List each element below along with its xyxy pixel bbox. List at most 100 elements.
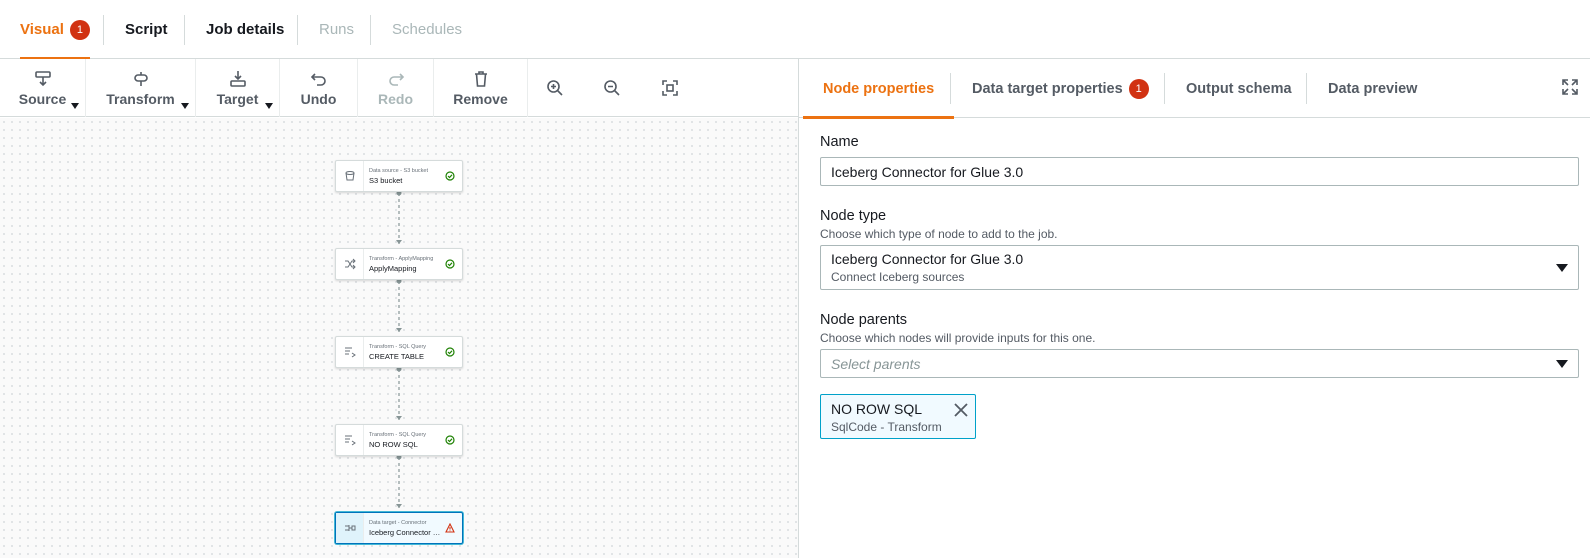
redo-icon <box>388 72 404 86</box>
tab-data-target-properties[interactable]: Data target properties 1 <box>972 59 1149 118</box>
tab-separator <box>370 15 371 45</box>
canvas-toolbar: Source Transform Target Undo Redo Remove <box>0 59 798 117</box>
selected-parent-token: NO ROW SQL SqlCode - Transform <box>820 394 976 439</box>
tab-script-label: Script <box>125 21 168 38</box>
node-type-label: Transform - SQL Query <box>369 343 427 350</box>
check-circle-icon <box>442 347 458 357</box>
fit-view-button[interactable] <box>659 77 681 99</box>
target-label: Target <box>216 90 259 107</box>
chevron-down-icon <box>181 103 189 109</box>
node-type-description: Choose which type of node to add to the … <box>820 227 1058 241</box>
tab-node-properties-label: Node properties <box>823 80 935 97</box>
transform-icon <box>133 71 148 86</box>
node-type-label: Transform - SQL Query <box>369 431 427 438</box>
node-title: CREATE TABLE <box>369 351 425 361</box>
tab-output-schema-label: Output schema <box>1186 80 1292 97</box>
tab-job-details[interactable]: Job details <box>206 0 284 59</box>
transform-button[interactable]: Transform <box>86 59 195 117</box>
undo-button[interactable]: Undo <box>280 59 357 117</box>
job-canvas[interactable]: Data source - S3 bucket S3 bucket Transf… <box>0 118 798 558</box>
warning-icon <box>442 523 458 533</box>
node-type-select[interactable]: Iceberg Connector for Glue 3.0 Connect I… <box>820 245 1579 290</box>
tab-data-preview[interactable]: Data preview <box>1328 59 1417 118</box>
tab-separator <box>1306 73 1307 104</box>
tab-data-target-properties-label: Data target properties <box>972 80 1123 97</box>
bucket-icon <box>336 161 364 191</box>
panel-tab-bar: Node properties Data target properties 1… <box>799 59 1590 119</box>
node-parents-label: Node parents <box>820 312 908 328</box>
expand-icon[interactable] <box>1561 78 1579 96</box>
selected-parent-title: NO ROW SQL <box>831 401 923 417</box>
tab-visual-label: Visual <box>20 21 64 38</box>
source-icon <box>34 70 51 86</box>
node-title: Iceberg Connector fo... <box>369 527 442 537</box>
source-button[interactable]: Source <box>0 59 85 117</box>
node-iceberg-connector[interactable]: Data target - Connector Iceberg Connecto… <box>335 512 463 544</box>
node-apply-mapping[interactable]: Transform - ApplyMapping ApplyMapping <box>335 248 463 280</box>
selected-parent-subtext: SqlCode - Transform <box>831 420 942 434</box>
redo-button[interactable]: Redo <box>358 59 433 117</box>
zoom-in-icon <box>547 80 563 96</box>
name-field-value: Iceberg Connector for Glue 3.0 <box>831 163 1024 180</box>
chevron-down-icon <box>71 103 79 109</box>
node-parents-description: Choose which nodes will provide inputs f… <box>820 331 1096 345</box>
node-parents-select[interactable]: Select parents <box>820 349 1579 378</box>
zoom-in-button[interactable] <box>544 77 566 99</box>
node-title: S3 bucket <box>369 175 403 185</box>
node-s3-bucket[interactable]: Data source - S3 bucket S3 bucket <box>335 160 463 192</box>
sql-icon <box>336 337 364 367</box>
edge-arrow <box>396 328 402 332</box>
remove-button[interactable]: Remove <box>434 59 527 117</box>
tab-node-properties[interactable]: Node properties <box>802 59 955 119</box>
tab-schedules[interactable]: Schedules <box>392 0 462 59</box>
tab-schedules-label: Schedules <box>392 21 463 38</box>
trash-icon <box>474 70 487 87</box>
connector-icon <box>336 513 364 543</box>
node-type-label: Transform - ApplyMapping <box>369 255 434 262</box>
sql-icon <box>336 425 364 455</box>
zoom-out-button[interactable] <box>601 77 623 99</box>
redo-label: Redo <box>378 90 413 107</box>
tab-separator <box>297 15 298 45</box>
name-field[interactable]: Iceberg Connector for Glue 3.0 <box>820 157 1579 186</box>
chevron-down-icon <box>265 103 273 109</box>
top-tab-bar: Visual 1 Script Job details Runs Schedul… <box>0 0 1590 60</box>
tab-separator <box>1164 73 1165 104</box>
node-type-label: Node type <box>820 208 887 224</box>
edge-arrow <box>396 240 402 244</box>
tab-separator <box>184 15 185 45</box>
toolbar-divider <box>527 59 528 117</box>
zoom-out-icon <box>604 80 620 96</box>
node-no-row-sql[interactable]: Transform - SQL Query NO ROW SQL <box>335 424 463 456</box>
tab-job-details-label: Job details <box>206 21 285 38</box>
transform-label: Transform <box>106 90 175 107</box>
visual-editor: Source Transform Target Undo Redo Remove… <box>0 59 798 558</box>
tab-output-schema[interactable]: Output schema <box>1186 59 1292 118</box>
chevron-down-icon <box>1556 264 1568 272</box>
tab-visual-badge: 1 <box>69 19 90 40</box>
tab-runs-label: Runs <box>319 21 355 38</box>
source-label: Source <box>18 90 67 107</box>
node-type-subtext: Connect Iceberg sources <box>831 270 965 284</box>
undo-label: Undo <box>300 90 337 107</box>
node-title: NO ROW SQL <box>369 439 418 449</box>
tab-script[interactable]: Script <box>125 0 168 59</box>
node-details-panel: Node properties Data target properties 1… <box>798 59 1590 558</box>
tab-visual[interactable]: Visual 1 <box>20 0 90 60</box>
tab-data-preview-label: Data preview <box>1328 80 1418 97</box>
node-title: ApplyMapping <box>369 263 417 273</box>
fit-view-icon <box>662 80 678 96</box>
node-type-label: Data source - S3 bucket <box>369 167 429 174</box>
tab-separator <box>103 15 104 45</box>
target-button[interactable]: Target <box>196 59 279 117</box>
node-parents-placeholder: Select parents <box>831 355 921 372</box>
close-icon[interactable] <box>953 402 969 418</box>
tab-runs[interactable]: Runs <box>319 0 354 59</box>
node-type-value: Iceberg Connector for Glue 3.0 <box>831 251 1024 267</box>
edge-arrow <box>396 416 402 420</box>
tab-separator <box>950 73 951 104</box>
check-circle-icon <box>442 171 458 181</box>
check-circle-icon <box>442 259 458 269</box>
name-label: Name <box>820 134 859 150</box>
node-create-table[interactable]: Transform - SQL Query CREATE TABLE <box>335 336 463 368</box>
